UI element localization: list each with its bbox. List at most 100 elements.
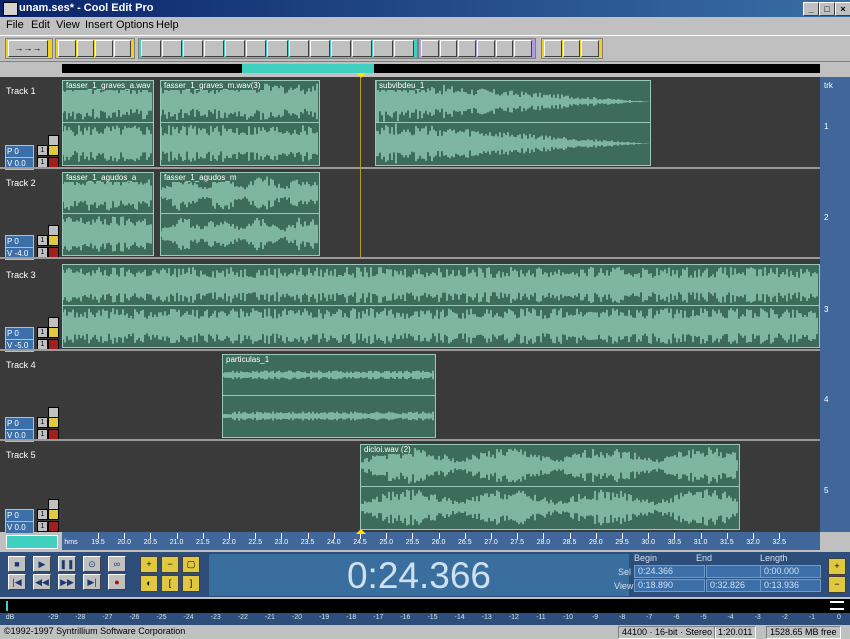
track-5-channel[interactable]: 1	[37, 521, 48, 532]
loop-button[interactable]: ∞	[108, 556, 126, 572]
sel-begin-field[interactable]: 0:24.366	[634, 565, 705, 578]
audio-clip[interactable]: dicloi.wav (2)	[360, 444, 740, 530]
b9-icon[interactable]	[330, 40, 351, 57]
b7-icon[interactable]	[288, 40, 309, 57]
c1-icon[interactable]	[421, 40, 439, 57]
track-divider[interactable]	[0, 349, 850, 351]
d2-icon[interactable]	[562, 40, 581, 57]
sel-end-field[interactable]	[706, 565, 761, 578]
menu-options[interactable]: Options	[116, 19, 154, 31]
zoom-right-icon[interactable]: ]	[182, 575, 200, 592]
new-icon[interactable]	[58, 40, 76, 57]
record-button[interactable]: ●	[108, 574, 126, 590]
playback-cursor[interactable]	[360, 77, 361, 257]
audio-clip[interactable]: subvibdeu_1	[375, 80, 651, 166]
save-as-icon[interactable]	[113, 40, 131, 57]
b4-icon[interactable]	[225, 40, 246, 57]
b3-icon[interactable]	[204, 40, 225, 57]
go-to-end-button[interactable]: ▶|	[83, 574, 101, 590]
audio-clip[interactable]: fasser_1_agudos_m	[160, 172, 320, 256]
d1-icon[interactable]	[544, 40, 562, 57]
b12-icon[interactable]	[393, 40, 414, 57]
zoom-full-icon[interactable]: ▢	[182, 556, 200, 573]
sel-length-field[interactable]: 0:00.000	[760, 565, 821, 578]
b6-icon[interactable]	[267, 40, 288, 57]
menu-file[interactable]: File	[6, 19, 24, 31]
track-2-solo-button[interactable]: 1	[37, 235, 48, 246]
audio-clip[interactable]: fasser_1_graves_m.wav(3)	[160, 80, 320, 166]
b8-icon[interactable]	[309, 40, 330, 57]
track-5-volume[interactable]: V 0.0	[5, 521, 34, 534]
audio-clip[interactable]: particulas_1	[222, 354, 436, 438]
maximize-button[interactable]: □	[819, 2, 835, 16]
time-ruler[interactable]: hms 19.5 20.0 20.5 21.0 21.5 22.0 22.5 23.0 23.5…	[62, 529, 820, 550]
pause-button[interactable]: ❚❚	[58, 556, 76, 572]
menu-help[interactable]: Help	[156, 19, 179, 31]
overview-view-range[interactable]	[242, 64, 374, 73]
rewind-button[interactable]: ◀◀	[33, 574, 51, 590]
app-icon[interactable]	[3, 2, 18, 16]
b1-icon[interactable]	[162, 40, 183, 57]
track-divider[interactable]	[0, 439, 850, 441]
c3-icon[interactable]	[458, 40, 476, 57]
arrow-right-icon[interactable]: →→→	[8, 40, 48, 57]
b11-icon[interactable]	[372, 40, 393, 57]
cursor-marker-icon[interactable]	[356, 73, 366, 78]
c4-icon[interactable]	[477, 40, 495, 57]
view-end-field[interactable]: 0:32.826	[706, 579, 761, 592]
b5-icon[interactable]	[246, 40, 267, 57]
menu-view[interactable]: View	[56, 19, 80, 31]
c6-icon[interactable]	[514, 40, 532, 57]
go-to-start-button[interactable]: |◀	[8, 574, 26, 590]
menu-insert[interactable]: Insert	[85, 19, 113, 31]
view-begin-field[interactable]: 0:18.890	[634, 579, 705, 592]
track-1-solo-button[interactable]: 1	[37, 145, 48, 156]
track-number-1: 1	[824, 122, 829, 131]
menu-edit[interactable]: Edit	[31, 19, 50, 31]
zoom-out-vertical-icon[interactable]: −	[828, 576, 846, 593]
play-button[interactable]: ▶	[33, 556, 51, 572]
track-3-mute-button[interactable]	[48, 327, 59, 338]
b2-icon[interactable]	[183, 40, 204, 57]
meter-label: -23	[210, 614, 221, 621]
undo-icon[interactable]	[141, 40, 162, 57]
meter-label: -17	[373, 614, 384, 621]
track-1-mute-button[interactable]	[48, 145, 59, 156]
track-divider[interactable]	[0, 167, 850, 169]
b10-icon[interactable]	[351, 40, 372, 57]
c5-icon[interactable]	[495, 40, 514, 57]
audio-clip[interactable]: fasser_1_agudos_a	[62, 172, 154, 256]
track-5-solo-button[interactable]: 1	[37, 509, 48, 520]
c2-icon[interactable]	[439, 40, 458, 57]
d3-icon[interactable]	[581, 40, 599, 57]
ruler-cursor-icon[interactable]	[356, 529, 366, 534]
track-divider[interactable]	[0, 257, 850, 259]
minimize-button[interactable]: _	[803, 2, 819, 16]
play-to-end-button[interactable]: ⊙	[83, 556, 101, 572]
close-button[interactable]: ×	[835, 2, 850, 16]
track-2-mute-button[interactable]	[48, 235, 59, 246]
wave-left-channel	[361, 445, 739, 486]
zoom-in-icon[interactable]: +	[140, 556, 158, 573]
stop-button[interactable]: ■	[8, 556, 26, 572]
zoom-out-icon[interactable]: −	[161, 556, 179, 573]
audio-clip[interactable]: fasser_1_graves_a.wav	[62, 80, 154, 166]
track-3-solo-button[interactable]: 1	[37, 327, 48, 338]
zoom-in-vertical-icon[interactable]: +	[828, 558, 846, 575]
fast-forward-button[interactable]: ▶▶	[58, 574, 76, 590]
multitrack-area[interactable]: Track 1 P 01V 0.0 1 Track 2 P 01V -4.0 1 Track…	[0, 73, 850, 534]
copyright-text: ©1992-1997 Syntrillium Software Corporat…	[4, 626, 186, 636]
view-length-field[interactable]: 0:13.936	[760, 579, 821, 592]
track-5-mute-button[interactable]	[48, 509, 59, 520]
track-4-mute-button[interactable]	[48, 417, 59, 428]
open-icon[interactable]	[76, 40, 94, 57]
view-label: View	[614, 581, 634, 591]
zoom-left-icon[interactable]: [	[161, 575, 179, 592]
save-icon[interactable]	[95, 40, 113, 57]
track-5-record-button[interactable]	[48, 521, 59, 532]
zoom-selection-icon[interactable]: ◐	[140, 575, 158, 592]
audio-clip[interactable]	[62, 264, 820, 348]
meter-label: -20	[291, 614, 303, 621]
overview-bar[interactable]	[62, 64, 820, 73]
track-4-solo-button[interactable]: 1	[37, 417, 48, 428]
